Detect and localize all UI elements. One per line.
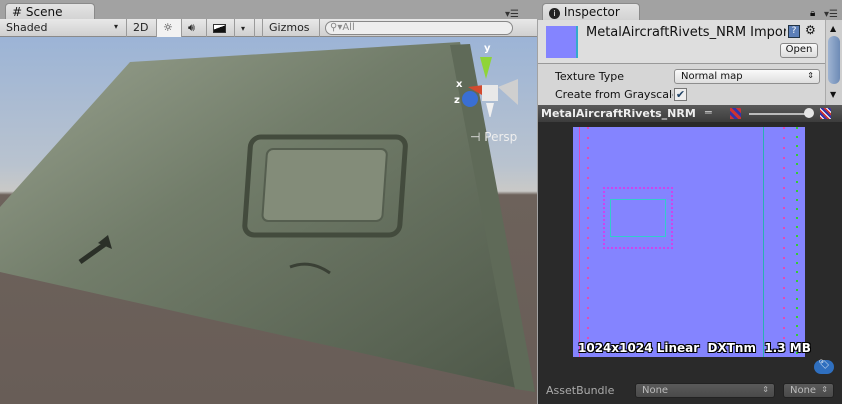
image-icon [213,24,226,33]
open-button[interactable]: Open [780,43,818,58]
scene-search-input[interactable]: ⚲▾All [325,21,513,35]
audio-toggle[interactable]: 🔊︎ [182,19,207,37]
create-from-grayscale-checkbox[interactable]: ✔ [674,88,687,101]
import-settings: Texture Type Normal map ⇕ Create from Gra… [538,64,825,105]
sun-icon: ☼ [163,21,173,34]
scrollbar-thumb[interactable] [828,36,840,84]
normal-map-preview [573,127,805,357]
label-tag-icon[interactable]: 🏷︎ [814,360,834,374]
small-mip-icon [730,108,741,119]
gizmos-dropdown[interactable]: Gizmos ▾ [262,19,320,46]
tab-scene[interactable]: # Scene [5,3,95,20]
shading-mode-dropdown[interactable]: Shaded ▾ [0,19,127,37]
2d-toggle[interactable]: 2D [127,19,157,37]
search-icon: ⚲▾ [330,22,343,33]
texture-type-dropdown[interactable]: Normal map ⇕ [674,69,820,84]
asset-title: MetalAircraftRivets_NRM Import [586,25,786,40]
gear-icon[interactable]: ⚙ [805,23,816,37]
assetbundle-variant-dropdown[interactable]: None ⇕ [783,383,834,398]
effects-dropdown[interactable]: ▾ [235,19,255,37]
scene-toolbar: Shaded▾ 2D ☼ 🔊︎ ▾ Gizmos ▾ ⚲▾All [0,19,537,46]
preview-header: MetalAircraftRivets_NRM ═ [538,105,842,122]
orientation-gizmo[interactable]: y x z [454,43,522,122]
scene-viewport[interactable]: y x z ⊣ Persp [0,37,537,404]
grid-icon: # [12,5,23,19]
metal-plane [0,42,535,392]
mip-slider[interactable] [749,113,811,115]
inspector-scrollbar[interactable]: ▲ ▼ [825,20,842,105]
speaker-icon: 🔊︎ [188,21,195,34]
info-icon: i [549,8,560,19]
help-icon[interactable]: ? [788,25,800,38]
lighting-toggle[interactable]: ☼ [157,19,182,37]
tab-inspector[interactable]: i Inspector [542,3,640,20]
drag-handle-icon[interactable]: ═ [705,106,712,119]
inspector-header: MetalAircraftRivets_NRM Import ? ⚙ Open [538,20,825,64]
inspector-menu-icon[interactable]: ▾☰ [824,9,838,20]
effects-toggle[interactable] [207,19,235,37]
projection-label[interactable]: ⊣ Persp [470,130,517,144]
lock-icon[interactable]: 🔒︎ [810,8,815,19]
preview-area: 1024x1024 Linear DXTnm 1.3 MB 🏷︎ AssetBu… [538,122,842,404]
large-mip-icon [820,108,831,119]
mip-slider-thumb[interactable] [804,108,814,118]
preview-info: 1024x1024 Linear DXTnm 1.3 MB [578,341,811,355]
assetbundle-name-dropdown[interactable]: None ⇕ [635,383,775,398]
asset-thumbnail [546,26,578,58]
